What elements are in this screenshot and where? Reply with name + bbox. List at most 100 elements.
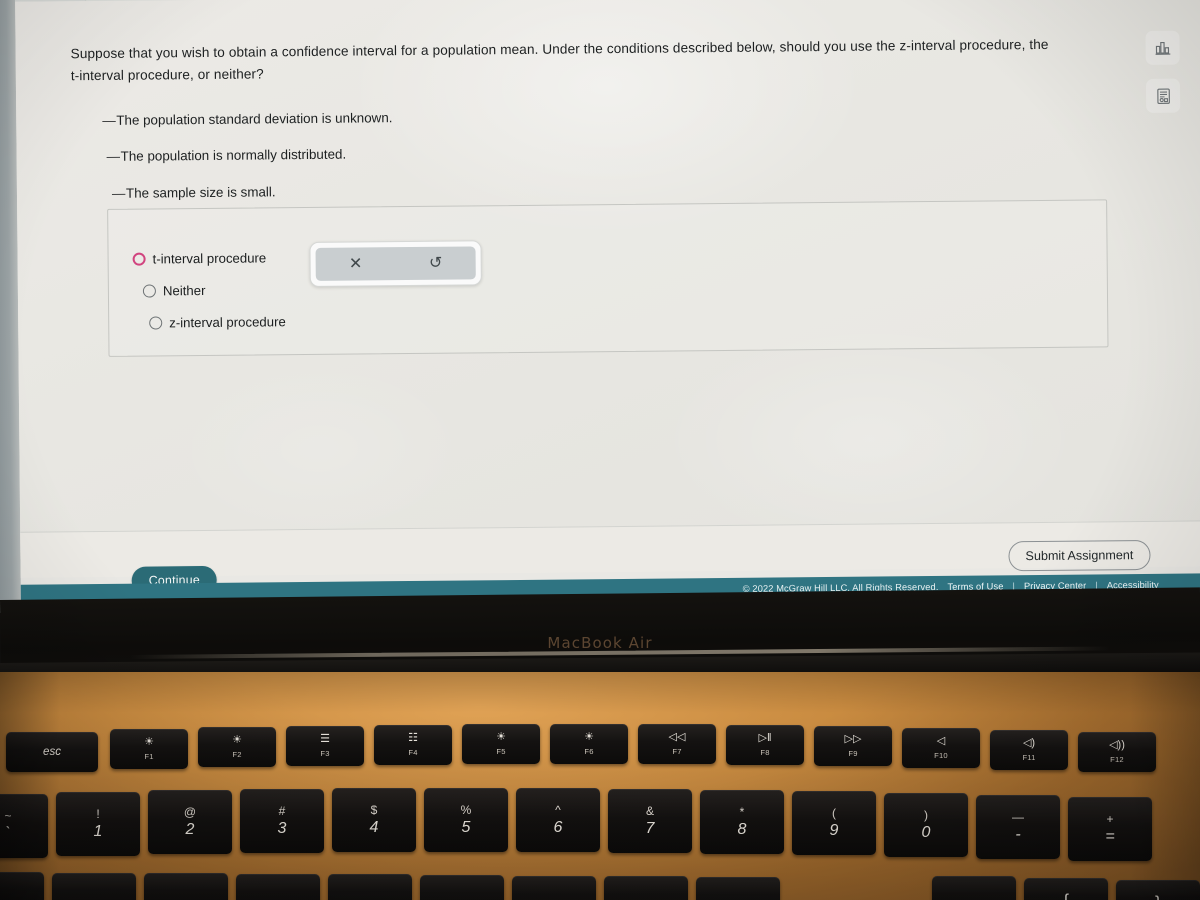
key-base-glyph: 3 [277,820,287,837]
key-mission-control[interactable]: ☰ F3 [286,726,364,766]
key-5[interactable]: % 5 [424,788,508,852]
function-key-label: F7 [672,746,682,756]
condition-item: —The population standard deviation is un… [102,105,802,129]
key-6[interactable]: ^ 6 [516,788,600,852]
key-row3-partial[interactable] [420,875,504,900]
key-7[interactable]: & 7 [608,789,692,853]
key-row3-partial[interactable] [604,876,688,900]
key-base-glyph: ` [5,825,11,842]
key-keyboard-backlight-up[interactable]: ☀ F6 [550,724,628,764]
question-line-1: Suppose that you wish to obtain a confid… [70,36,1049,62]
key-8[interactable]: * 8 [700,790,784,854]
esc-icon: esc [43,745,61,758]
key-shift-glyph: ( [832,806,836,820]
launchpad-icon: ☷ [408,732,418,745]
key-3[interactable]: #3 [240,789,324,853]
key-4[interactable]: $4 [332,788,416,852]
key-fast-forward[interactable]: ▷▷ F9 [814,726,892,766]
undo-icon[interactable]: ↺ [429,254,443,271]
radio-button-selected[interactable] [132,252,146,266]
answer-panel: t-interval procedure Neither z-interval … [107,199,1109,357]
data-table-tool-icon[interactable] [1145,78,1181,113]
key-row3-partial[interactable] [696,877,780,900]
dash-bullet: — [111,185,126,201]
photo-of-laptop-screen: Suppose that you wish to obtain a confid… [0,0,1200,900]
key-0[interactable]: ) 0 [884,793,968,857]
radio-label: t-interval procedure [152,250,267,267]
question-line-2: t-interval procedure, or neither? [70,66,264,84]
key-backtick[interactable]: ~ ` [0,794,48,858]
key-row3-partial[interactable] [0,872,44,900]
key-launchpad[interactable]: ☷ F4 [374,725,452,765]
key-shift-glyph: * [739,805,745,819]
key-base-glyph: - [1015,826,1021,843]
key-mute[interactable]: ◁ F10 [902,728,980,768]
key-brightness-down[interactable]: ☀ F1 [110,729,188,769]
function-key-label: F3 [320,748,330,758]
key-play-pause[interactable]: ▷‖ F8 [726,725,804,765]
volume-up-icon: ◁)) [1109,739,1125,752]
dash-bullet: — [106,149,121,165]
key-row3-partial[interactable] [328,874,412,900]
key-bracket-left[interactable]: { [1024,878,1108,900]
key-shift-glyph: % [460,803,472,817]
key-p-partial[interactable] [932,876,1016,900]
answer-action-inner: ✕ ↺ [315,246,476,281]
radio-label: Neither [162,282,206,299]
key-shift-glyph: & [645,804,654,818]
radio-option-neither[interactable]: Neither [142,282,286,299]
assignment-page: Suppose that you wish to obtain a confid… [15,0,1200,613]
key-shift-glyph: ! [96,807,100,821]
fast-forward-icon: ▷▷ [844,733,862,746]
key-base-glyph: 6 [553,819,563,836]
radio-option-t-interval[interactable]: t-interval procedure [132,250,286,267]
mute-icon: ◁ [936,735,946,748]
key-bracket-right[interactable]: } [1116,880,1200,900]
key-shift-glyph: ~ [4,809,12,823]
key-keyboard-backlight-down[interactable]: ☀ F5 [462,724,540,764]
key-row3-partial[interactable] [236,874,320,900]
key-9[interactable]: (9 [792,791,876,855]
function-key-label: F12 [1110,754,1124,764]
radio-button[interactable] [142,284,156,298]
key-volume-down[interactable]: ◁) F11 [990,730,1068,770]
condition-text: The population standard deviation is unk… [116,110,393,128]
key-esc[interactable]: esc [6,732,98,772]
function-key-label: F1 [144,751,154,761]
key-volume-up[interactable]: ◁)) F12 [1078,732,1156,772]
browser-window: Suppose that you wish to obtain a confid… [14,0,1200,613]
function-key-label: F9 [848,748,858,758]
function-key-label: F11 [1022,752,1036,762]
function-key-label: F4 [408,747,418,757]
key-shift-glyph: $ [370,803,378,817]
radio-group: t-interval procedure Neither z-interval … [132,250,286,347]
keyboard-deck: esc ☀ F1 ☀ F2 ☰ F3 ☷ F4 ☀ F5 ☀ F6 ◁◁ F7 ▷‖ F8 ▷▷ F9 ◁ F10 ◁) F… [0,672,1200,900]
condition-item: —The population is normally distributed. [103,142,803,166]
condition-text: The population is normally distributed. [120,147,347,165]
photo-background: Suppose that you wish to obtain a confid… [0,0,1200,900]
laptop-screen: Suppose that you wish to obtain a confid… [0,0,1200,613]
key-base-glyph: 2 [185,821,195,838]
key-base-glyph: 8 [737,821,747,838]
key-rewind[interactable]: ◁◁ F7 [638,724,716,764]
histogram-tool-icon[interactable] [1145,30,1180,65]
key-2[interactable]: @2 [148,790,232,854]
key-minus[interactable]: — - [976,795,1060,859]
key-shift-glyph: @ [183,805,197,819]
clear-icon[interactable]: ✕ [349,255,363,272]
key-base-glyph: 9 [829,822,839,839]
key-row3-partial[interactable] [512,876,596,900]
radio-option-z-interval[interactable]: z-interval procedure [149,314,286,330]
condition-item: —The sample size is small. [103,178,803,202]
key-equals[interactable]: + = [1068,797,1152,861]
radio-button[interactable] [149,316,163,330]
key-brightness-up[interactable]: ☀ F2 [198,727,276,767]
mission-control-icon: ☰ [320,733,330,746]
key-row3-partial[interactable] [144,873,228,900]
function-key-label: F10 [934,750,948,760]
key-row3-partial[interactable] [52,873,136,900]
key-1[interactable]: ! 1 [56,792,140,856]
submit-assignment-button[interactable]: Submit Assignment [1008,539,1151,572]
key-glyph: } [1155,893,1161,900]
key-shift-glyph: — [1012,810,1024,824]
